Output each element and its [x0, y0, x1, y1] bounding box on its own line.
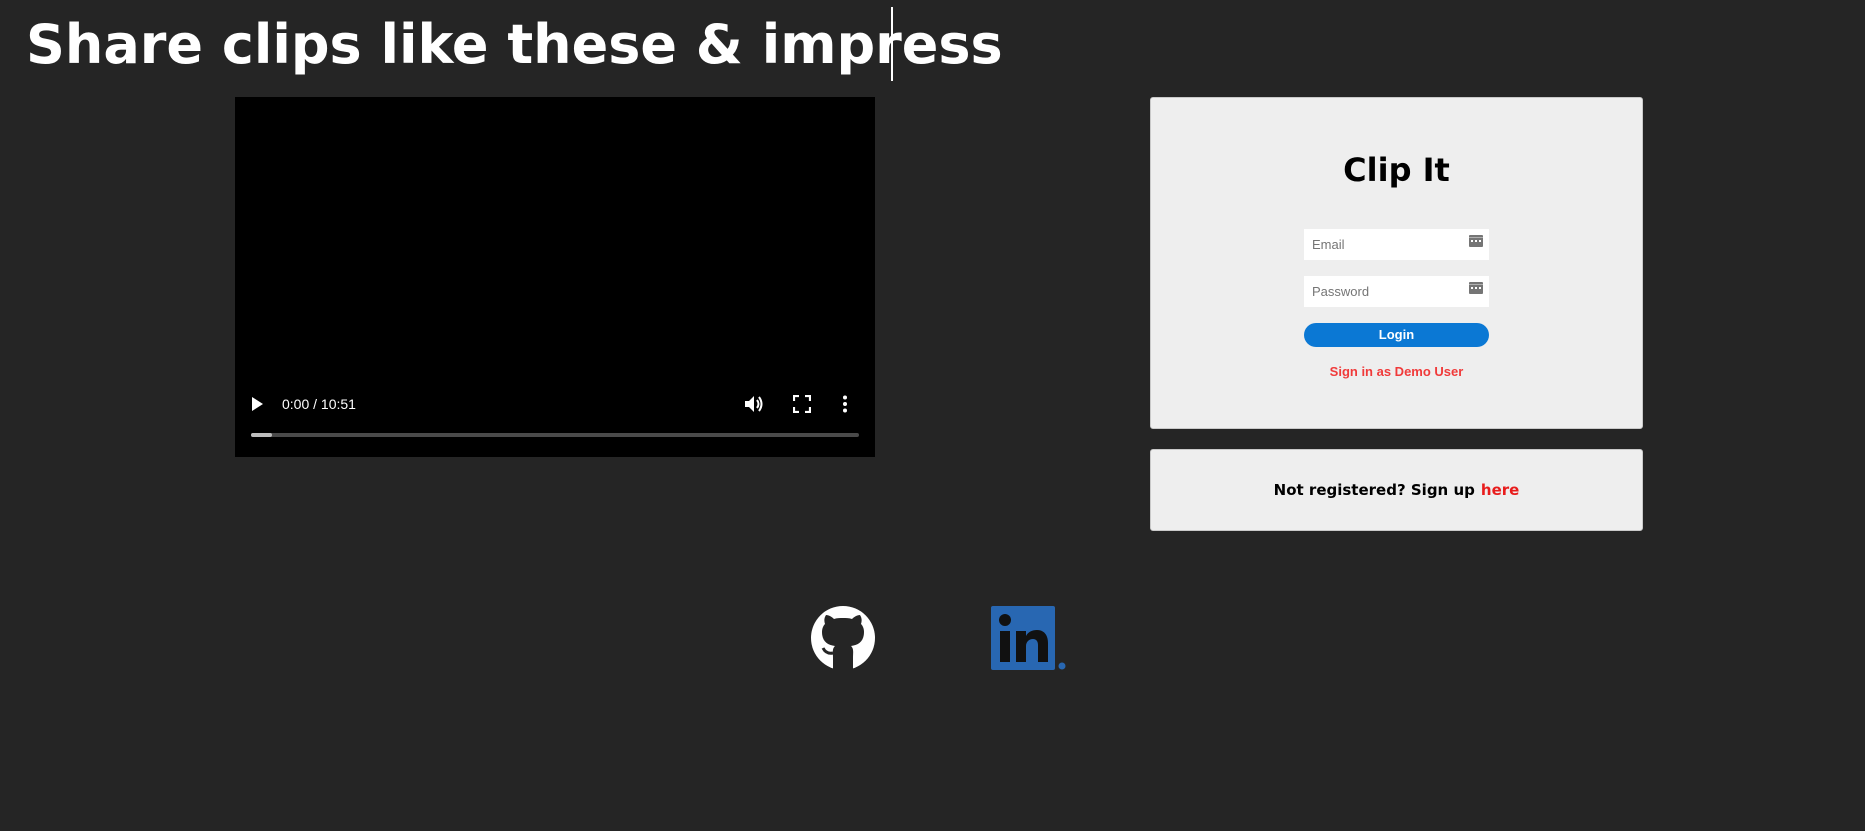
play-icon[interactable] — [252, 397, 263, 411]
more-options-icon[interactable] — [841, 395, 849, 413]
linkedin-icon[interactable] — [991, 606, 1067, 670]
signup-card: Not registered? Sign up here — [1150, 449, 1643, 531]
autofill-key-icon[interactable] — [1469, 235, 1483, 247]
video-progress-bar[interactable] — [251, 433, 859, 437]
password-field[interactable] — [1304, 276, 1489, 307]
video-time: 0:00 / 10:51 — [282, 396, 356, 412]
password-input[interactable] — [1304, 276, 1489, 307]
video-controls: 0:00 / 10:51 — [235, 387, 875, 457]
autofill-key-icon[interactable] — [1469, 282, 1483, 294]
video-player[interactable]: 0:00 / 10:51 — [235, 97, 875, 457]
email-input[interactable] — [1304, 229, 1489, 260]
app-title: Clip It — [1343, 151, 1450, 189]
github-icon[interactable] — [811, 606, 875, 670]
fullscreen-icon[interactable] — [793, 395, 811, 413]
text-cursor — [891, 7, 893, 81]
login-card: Clip It Login Sign in as Demo User — [1150, 97, 1643, 429]
page-headline: Share clips like these & impress — [26, 13, 1003, 76]
demo-user-link[interactable]: Sign in as Demo User — [1151, 363, 1642, 381]
signup-prompt-row: Not registered? Sign up here — [1151, 480, 1642, 500]
signup-link[interactable]: here — [1481, 481, 1519, 499]
login-button[interactable]: Login — [1304, 323, 1489, 347]
volume-icon[interactable] — [744, 395, 764, 413]
email-field[interactable] — [1304, 229, 1489, 260]
video-progress-fill — [251, 433, 273, 437]
signup-prompt: Not registered? Sign up — [1273, 481, 1475, 499]
